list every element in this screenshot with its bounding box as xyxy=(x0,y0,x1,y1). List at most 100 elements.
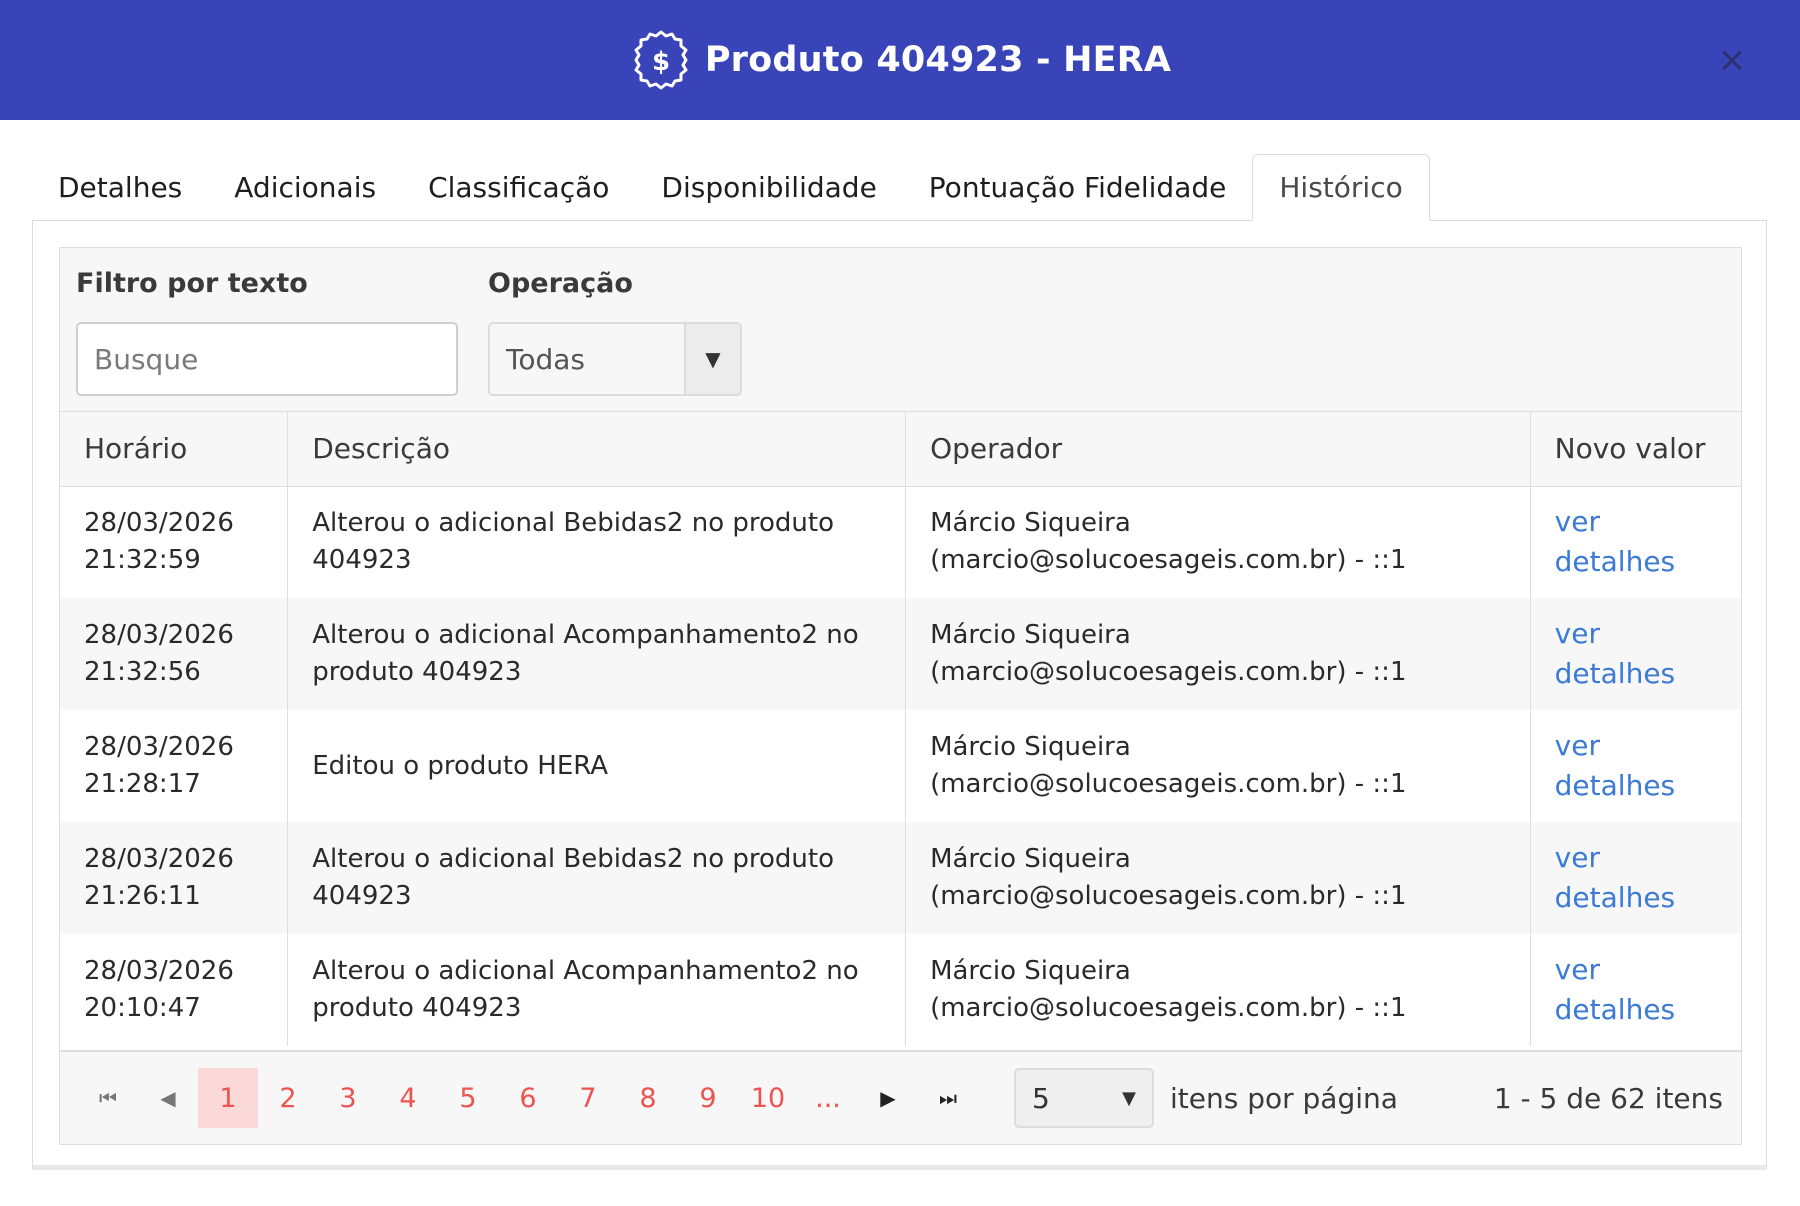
operation-select-value: Todas xyxy=(506,342,585,376)
cell-descricao: Alterou o adicional Acompanhamento2 no pr… xyxy=(287,934,907,1046)
modal-title: Produto 404923 - HERA xyxy=(704,40,1172,80)
ver-detalhes-link[interactable]: ver detalhes xyxy=(1555,614,1717,694)
row-description: Alterou o adicional Acompanhamento2 no xyxy=(312,956,859,986)
row-operator-email: (marcio@solucoesageis.com.br) - ::1 xyxy=(930,881,1407,911)
history-grid: Filtro por texto Operação Todas ▼ Horári… xyxy=(59,247,1742,1145)
cell-descricao: Alterou o adicional Bebidas2 no produto 4… xyxy=(287,486,907,598)
column-header-horario[interactable]: Horário xyxy=(60,412,289,487)
per-page-label: itens por página xyxy=(1170,1081,1398,1115)
page-number-1[interactable]: 1 xyxy=(198,1068,258,1128)
previous-page-icon[interactable]: ◀ xyxy=(138,1068,198,1128)
page-size-select[interactable]: 5 ▼ xyxy=(1014,1068,1154,1128)
row-operator-email: (marcio@solucoesageis.com.br) - ::1 xyxy=(930,993,1407,1023)
page-number-9[interactable]: 9 xyxy=(678,1068,738,1128)
row-operator-name: Márcio Siqueira xyxy=(930,508,1131,539)
row-description-cont: 404923 xyxy=(312,881,412,911)
row-time: 21:32:59 xyxy=(84,545,201,576)
cell-operador: Márcio Siqueira (marcio@solucoesageis.com… xyxy=(905,486,1531,598)
next-page-icon[interactable]: ▶ xyxy=(858,1068,918,1128)
svg-text:$: $ xyxy=(652,47,670,77)
cell-operador: Márcio Siqueira (marcio@solucoesageis.com… xyxy=(905,710,1531,822)
cell-operador: Márcio Siqueira (marcio@solucoesageis.com… xyxy=(905,934,1531,1046)
cell-horario: 28/03/2026 21:32:56 xyxy=(60,598,289,710)
row-description: Alterou o adicional Acompanhamento2 no xyxy=(312,620,859,650)
page-number-4[interactable]: 4 xyxy=(378,1068,438,1128)
cell-novo-valor: ver detalhes xyxy=(1530,598,1741,710)
column-header-descricao[interactable]: Descrição xyxy=(287,412,907,487)
pagination-summary: 1 - 5 de 62 itens xyxy=(1493,1081,1723,1115)
cell-novo-valor: ver detalhes xyxy=(1530,934,1741,1046)
table-row: 28/03/2026 21:26:11 Alterou o adicional B… xyxy=(60,822,1741,934)
row-time: 20:10:47 xyxy=(84,993,201,1023)
page-number-5[interactable]: 5 xyxy=(438,1068,498,1128)
cell-descricao: Alterou o adicional Acompanhamento2 no pr… xyxy=(287,598,907,710)
cell-operador: Márcio Siqueira (marcio@solucoesageis.com… xyxy=(905,598,1531,710)
tab-historico[interactable]: Histórico xyxy=(1252,154,1430,221)
search-input[interactable] xyxy=(76,322,458,396)
row-description-cont: produto 404923 xyxy=(312,657,522,687)
cell-descricao: Editou o produto HERA xyxy=(287,710,907,822)
tab-classificacao[interactable]: Classificação xyxy=(402,154,635,220)
row-date: 28/03/2026 xyxy=(84,956,234,986)
table-header-row: Horário Descrição Operador Novo valor xyxy=(60,412,1741,487)
tab-detalhes[interactable]: Detalhes xyxy=(32,154,208,220)
history-table: Horário Descrição Operador Novo valor 28… xyxy=(60,412,1741,1046)
row-operator-name: Márcio Siqueira xyxy=(930,620,1131,650)
ver-detalhes-link[interactable]: ver detalhes xyxy=(1555,838,1717,918)
row-description: Alterou o adicional Bebidas2 no produto xyxy=(312,844,834,874)
historico-panel: Filtro por texto Operação Todas ▼ Horári… xyxy=(32,220,1767,1170)
row-date: 28/03/2026 xyxy=(84,844,234,874)
row-operator-name: Márcio Siqueira xyxy=(930,732,1131,762)
cell-novo-valor: ver detalhes xyxy=(1530,822,1741,934)
ver-detalhes-link[interactable]: ver detalhes xyxy=(1555,726,1717,806)
table-row: 28/03/2026 20:10:47 Alterou o adicional A… xyxy=(60,934,1741,1046)
filter-toolbar: Filtro por texto Operação Todas ▼ xyxy=(60,248,1741,412)
cell-novo-valor: ver detalhes xyxy=(1530,486,1741,598)
ver-detalhes-link[interactable]: ver detalhes xyxy=(1555,950,1717,1030)
page-number-10[interactable]: 10 xyxy=(738,1068,798,1128)
row-description-cont: produto 404923 xyxy=(312,993,522,1023)
column-header-operador[interactable]: Operador xyxy=(905,412,1531,487)
pagination-bar: ⏮ ◀ 1 2 3 4 5 6 7 8 9 10 ... ▶ ⏭ 5 ▼ ite… xyxy=(60,1050,1741,1144)
caret-down-icon: ▼ xyxy=(1122,1087,1136,1109)
tab-disponibilidade[interactable]: Disponibilidade xyxy=(635,154,902,220)
page-number-6[interactable]: 6 xyxy=(498,1068,558,1128)
modal-header: $ Produto 404923 - HERA × xyxy=(0,0,1800,120)
row-date: 28/03/2026 xyxy=(84,732,234,762)
ver-detalhes-link[interactable]: ver detalhes xyxy=(1555,502,1717,582)
header-title-group: $ Produto 404923 - HERA xyxy=(629,28,1171,92)
close-icon[interactable]: × xyxy=(1712,40,1752,80)
caret-down-icon[interactable]: ▼ xyxy=(684,324,740,394)
table-row: 28/03/2026 21:32:59 Alterou o adicional B… xyxy=(60,486,1741,598)
tab-adicionais[interactable]: Adicionais xyxy=(208,154,402,220)
row-operator-email: (marcio@solucoesageis.com.br) - ::1 xyxy=(930,545,1407,576)
tab-pontuacao-fidelidade[interactable]: Pontuação Fidelidade xyxy=(903,154,1253,220)
first-page-icon[interactable]: ⏮ xyxy=(78,1068,138,1128)
page-number-7[interactable]: 7 xyxy=(558,1068,618,1128)
row-operator-name: Márcio Siqueira xyxy=(930,844,1131,874)
cell-descricao: Alterou o adicional Bebidas2 no produto 4… xyxy=(287,822,907,934)
column-header-novo-valor[interactable]: Novo valor xyxy=(1530,412,1741,487)
cell-horario: 28/03/2026 21:32:59 xyxy=(60,486,289,598)
text-filter-label: Filtro por texto xyxy=(76,268,308,299)
cell-horario: 28/03/2026 21:28:17 xyxy=(60,710,289,822)
table-row: 28/03/2026 21:28:17 Editou o produto HERA… xyxy=(60,710,1741,822)
table-row: 28/03/2026 21:32:56 Alterou o adicional A… xyxy=(60,598,1741,710)
operation-select[interactable]: Todas ▼ xyxy=(488,322,742,396)
cell-novo-valor: ver detalhes xyxy=(1530,710,1741,822)
page-size-value: 5 xyxy=(1032,1081,1050,1115)
row-date: 28/03/2026 xyxy=(84,508,234,539)
last-page-icon[interactable]: ⏭ xyxy=(918,1068,978,1128)
cell-horario: 28/03/2026 20:10:47 xyxy=(60,934,289,1046)
row-time: 21:32:56 xyxy=(84,657,201,687)
tab-bar: Detalhes Adicionais Classificação Dispon… xyxy=(32,154,1430,221)
row-date: 28/03/2026 xyxy=(84,620,234,650)
page-ellipsis[interactable]: ... xyxy=(798,1068,858,1128)
page-number-8[interactable]: 8 xyxy=(618,1068,678,1128)
page-number-2[interactable]: 2 xyxy=(258,1068,318,1128)
row-operator-name: Márcio Siqueira xyxy=(930,956,1131,986)
page-number-3[interactable]: 3 xyxy=(318,1068,378,1128)
cell-horario: 28/03/2026 21:26:11 xyxy=(60,822,289,934)
row-operator-email: (marcio@solucoesageis.com.br) - ::1 xyxy=(930,769,1407,799)
row-time: 21:28:17 xyxy=(84,769,201,799)
